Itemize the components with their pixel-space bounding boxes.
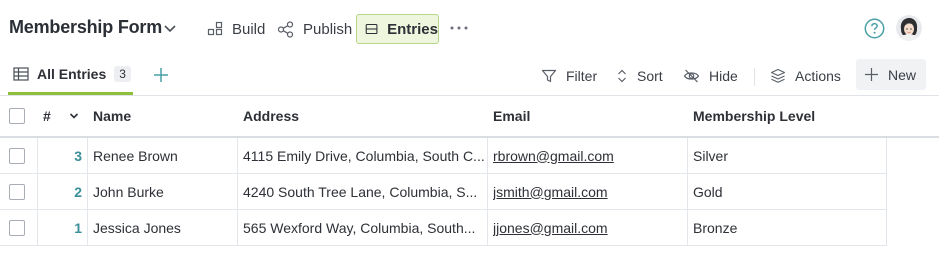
row-checkbox[interactable] [9,219,25,236]
header-number[interactable]: # [43,96,57,136]
email-link[interactable]: jsmith@gmail.com [493,184,608,200]
cell-membership-level[interactable]: Silver [693,138,883,173]
entry-number[interactable]: 2 [50,174,82,209]
header-membership-level[interactable]: Membership Level [693,96,883,136]
column-divider [886,210,887,245]
column-divider [237,138,238,173]
sort-label: Sort [637,68,663,84]
grid-icon [13,67,29,81]
build-label: Build [232,20,266,38]
entry-number[interactable]: 3 [50,138,82,173]
help-icon[interactable] [864,18,885,39]
build-button[interactable]: Build [207,14,265,44]
row-checkbox[interactable] [9,183,25,200]
hide-icon [683,69,700,83]
cell-membership-level[interactable]: Bronze [693,210,883,245]
column-divider [37,210,38,245]
plus-icon[interactable] [152,66,170,84]
column-divider [487,138,488,173]
view-toolbar: All Entries 3 Filter Sort Hide Actions N… [0,56,939,96]
filter-icon [541,69,557,83]
cell-address[interactable]: 4240 South Tree Lane, Columbia, S... [243,174,485,209]
cell-address[interactable]: 565 Wexford Way, Columbia, South... [243,210,485,245]
form-title[interactable]: Membership Form [9,17,162,38]
header-name[interactable]: Name [93,96,233,136]
chevron-down-icon[interactable] [162,20,178,36]
row-select-cell [9,174,27,209]
column-divider [237,210,238,245]
cell-name[interactable]: Renee Brown [93,138,233,173]
entries-button[interactable]: Entries [356,14,439,44]
table-row[interactable]: 1 Jessica Jones 565 Wexford Way, Columbi… [0,210,887,246]
select-all-cell [9,96,27,136]
toolbar-divider [754,68,755,86]
cell-membership-level[interactable]: Gold [693,174,883,209]
table-row[interactable]: 3 Renee Brown 4115 Emily Drive, Columbia… [0,138,887,174]
publish-label: Publish [303,20,353,38]
header-address[interactable]: Address [243,96,483,136]
top-bar: Membership Form Build Publish Entries [0,0,939,56]
column-divider [487,210,488,245]
tab-label: All Entries [37,66,107,82]
column-divider [687,210,688,245]
table-header-row: # Name Address Email Membership Level [0,96,939,138]
column-divider [87,174,88,209]
hide-label: Hide [709,68,738,84]
row-select-cell [9,138,27,173]
column-divider [886,174,887,209]
sort-button[interactable]: Sort [616,64,663,88]
sort-icon [618,69,626,83]
avatar[interactable] [896,15,922,41]
filter-label: Filter [566,68,598,84]
email-link[interactable]: rbrown@gmail.com [493,148,614,164]
select-all-checkbox[interactable] [9,108,25,124]
column-divider [37,138,38,173]
plus-icon [865,68,878,81]
publish-button[interactable]: Publish [277,14,352,44]
cell-email[interactable]: rbrown@gmail.com [493,138,683,173]
email-link[interactable]: jjones@gmail.com [493,220,608,236]
new-entry-button[interactable]: New [856,59,926,90]
sort-desc-icon[interactable] [68,110,80,122]
column-divider [886,138,887,173]
column-divider [687,138,688,173]
table-row[interactable]: 2 John Burke 4240 South Tree Lane, Colum… [0,174,887,210]
entry-count-badge: 3 [114,66,131,82]
tab-all-entries[interactable]: All Entries 3 [8,56,133,95]
row-checkbox[interactable] [9,147,25,164]
column-divider [87,210,88,245]
cell-email[interactable]: jjones@gmail.com [493,210,683,245]
column-divider [487,174,488,209]
actions-icon [770,68,786,83]
new-label: New [888,66,917,83]
column-divider [687,174,688,209]
column-divider [237,174,238,209]
cell-name[interactable]: Jessica Jones [93,210,233,245]
header-email[interactable]: Email [493,96,683,136]
row-select-cell [9,210,27,245]
entries-label: Entries [387,20,438,38]
build-icon [207,21,223,36]
cell-address[interactable]: 4115 Emily Drive, Columbia, South C... [243,138,485,173]
more-icon[interactable] [448,18,470,38]
filter-button[interactable]: Filter [541,64,597,88]
entry-number[interactable]: 1 [50,210,82,245]
hide-button[interactable]: Hide [683,64,738,88]
actions-label: Actions [795,68,841,84]
column-divider [37,174,38,209]
actions-button[interactable]: Actions [770,64,841,88]
cell-email[interactable]: jsmith@gmail.com [493,174,683,209]
publish-icon [277,20,294,38]
column-divider [87,138,88,173]
entries-icon [365,23,378,35]
cell-name[interactable]: John Burke [93,174,233,209]
